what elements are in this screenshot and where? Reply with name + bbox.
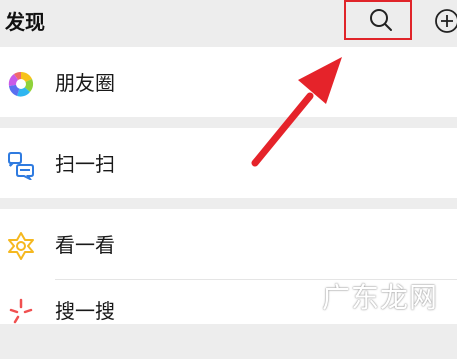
menu-item-label: 扫一扫 xyxy=(55,152,115,176)
menu-item-moments[interactable]: 朋友圈 xyxy=(0,47,457,117)
page-title: 发现 xyxy=(5,10,45,34)
search-feature-icon xyxy=(6,297,36,327)
top-bar: 发现 xyxy=(0,0,457,46)
menu-item-label: 搜一搜 xyxy=(55,299,115,323)
top-stories-icon xyxy=(6,231,36,261)
scan-icon xyxy=(6,150,36,182)
scan-group: 扫一扫 xyxy=(0,128,457,198)
search-highlight-box xyxy=(344,0,412,40)
moments-group: 朋友圈 xyxy=(0,47,457,117)
menu-item-label: 看一看 xyxy=(55,233,115,257)
menu-item-label: 朋友圈 xyxy=(55,71,115,95)
watermark: 广东龙网 xyxy=(322,281,439,314)
menu-item-scan[interactable]: 扫一扫 xyxy=(0,128,457,198)
moments-icon xyxy=(6,69,36,99)
add-button[interactable] xyxy=(434,8,457,34)
plus-circle-icon xyxy=(435,9,457,33)
menu-item-top-stories[interactable]: 看一看 xyxy=(0,209,457,279)
